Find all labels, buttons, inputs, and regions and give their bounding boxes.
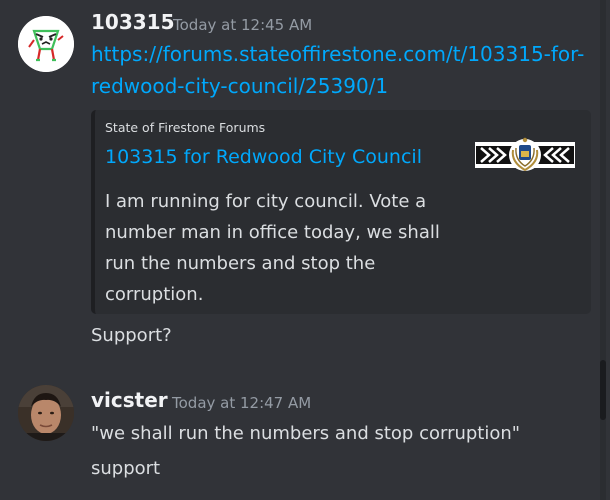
message-text: Support? (91, 325, 172, 346)
embed-provider[interactable]: State of Firestone Forums (105, 120, 265, 135)
embed-thumbnail[interactable] (475, 134, 575, 178)
message-text-line: "we shall run the numbers and stop corru… (91, 423, 521, 444)
scrollbar-thumb[interactable] (600, 360, 606, 420)
embed-title[interactable]: 103315 for Redwood City Council (105, 146, 422, 168)
link-embed: State of Firestone Forums 103315 for Red… (91, 110, 591, 314)
forum-post-link[interactable]: https://forums.stateoffirestone.com/t/10… (91, 38, 601, 102)
timestamp: Today at 12:45 AM (173, 16, 313, 34)
username[interactable]: vicster (91, 388, 168, 412)
username[interactable]: 103315 (91, 10, 175, 34)
embed-description: I am running for city council. Vote a nu… (105, 191, 440, 305)
message-text-line: support (91, 458, 161, 479)
forum-logo-banner-icon (475, 137, 575, 172)
scrollbar-track[interactable] (600, 0, 606, 500)
avatar-vicster[interactable] (18, 385, 74, 441)
cartoon-character-avatar-icon (18, 16, 74, 72)
user-photo-avatar-icon (18, 385, 74, 441)
timestamp: Today at 12:47 AM (172, 394, 312, 412)
chat-messages: 103315 Today at 12:45 AM https://forums.… (0, 0, 610, 500)
avatar-103315[interactable] (18, 16, 74, 72)
